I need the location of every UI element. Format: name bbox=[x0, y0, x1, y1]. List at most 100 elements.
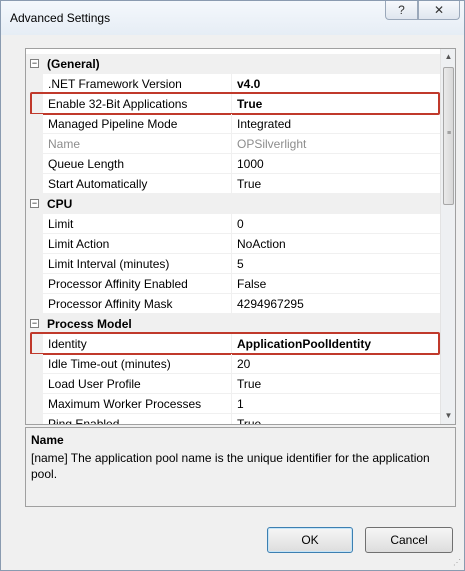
property-value[interactable]: True bbox=[237, 97, 262, 111]
property-row[interactable]: Processor Affinity Enabled False bbox=[26, 274, 440, 294]
scroll-down-arrow-icon[interactable]: ▼ bbox=[441, 408, 455, 424]
column-divider[interactable] bbox=[231, 214, 232, 234]
row-gutter bbox=[26, 254, 43, 274]
row-gutter bbox=[26, 294, 43, 314]
row-gutter bbox=[26, 374, 43, 394]
property-value[interactable]: 0 bbox=[237, 217, 244, 231]
ok-button[interactable]: OK bbox=[267, 527, 353, 553]
property-name: Load User Profile bbox=[48, 377, 141, 391]
property-row[interactable]: Start Automatically True bbox=[26, 174, 440, 194]
property-row[interactable]: Ping Enabled True bbox=[26, 414, 440, 425]
property-value[interactable]: 4294967295 bbox=[237, 297, 304, 311]
help-icon: ? bbox=[398, 3, 405, 17]
property-name: Processor Affinity Enabled bbox=[48, 277, 188, 291]
title-bar: Advanced Settings ? ✕ bbox=[1, 1, 464, 35]
property-name: Queue Length bbox=[48, 157, 125, 171]
property-row[interactable]: Limit 0 bbox=[26, 214, 440, 234]
column-divider[interactable] bbox=[231, 294, 232, 314]
row-gutter bbox=[26, 94, 43, 114]
row-gutter bbox=[26, 114, 43, 134]
category-label: (General) bbox=[47, 57, 100, 71]
property-row[interactable]: Managed Pipeline Mode Integrated bbox=[26, 114, 440, 134]
dialog-title: Advanced Settings bbox=[10, 11, 111, 25]
column-divider[interactable] bbox=[231, 234, 232, 254]
row-gutter bbox=[26, 154, 43, 174]
property-value[interactable]: ApplicationPoolIdentity bbox=[237, 337, 371, 351]
property-name: Managed Pipeline Mode bbox=[48, 117, 178, 131]
column-divider[interactable] bbox=[231, 354, 232, 374]
property-name: Identity bbox=[48, 337, 87, 351]
category-label: CPU bbox=[47, 197, 73, 211]
property-value[interactable]: True bbox=[237, 177, 261, 191]
column-divider[interactable] bbox=[231, 134, 232, 154]
property-value[interactable]: 5 bbox=[237, 257, 244, 271]
resize-grip-icon[interactable]: ⋰ bbox=[453, 558, 461, 567]
property-value[interactable]: True bbox=[237, 417, 261, 424]
cancel-button[interactable]: Cancel bbox=[365, 527, 453, 553]
collapse-toggle-icon[interactable]: − bbox=[30, 59, 39, 68]
scrollbar-thumb[interactable]: ≡ bbox=[443, 67, 454, 205]
collapse-toggle-icon[interactable]: − bbox=[30, 199, 39, 208]
property-value[interactable]: OPSilverlight bbox=[237, 137, 306, 151]
row-gutter bbox=[26, 74, 43, 94]
row-gutter bbox=[26, 214, 43, 234]
property-name: Name bbox=[48, 137, 81, 151]
category-row[interactable]: − CPU bbox=[26, 194, 440, 214]
scroll-up-arrow-icon[interactable]: ▲ bbox=[441, 49, 455, 65]
column-divider[interactable] bbox=[231, 274, 232, 294]
row-gutter bbox=[26, 354, 43, 374]
property-row[interactable]: Enable 32-Bit Applications True bbox=[26, 94, 440, 114]
category-row[interactable]: − Process Model bbox=[26, 314, 440, 334]
property-name: Ping Enabled bbox=[48, 417, 120, 425]
column-divider[interactable] bbox=[231, 94, 232, 114]
category-row[interactable]: − (General) bbox=[26, 54, 440, 74]
column-divider[interactable] bbox=[231, 414, 232, 424]
property-value[interactable]: 20 bbox=[237, 357, 250, 371]
property-row[interactable]: .NET Framework Version v4.0 bbox=[26, 74, 440, 94]
property-row[interactable]: Name OPSilverlight bbox=[26, 134, 440, 154]
category-label: Process Model bbox=[47, 317, 132, 331]
property-value[interactable]: 1 bbox=[237, 397, 244, 411]
collapse-toggle-icon[interactable]: − bbox=[30, 319, 39, 328]
property-name: Limit Interval (minutes) bbox=[48, 257, 170, 271]
property-row[interactable]: Load User Profile True bbox=[26, 374, 440, 394]
column-divider[interactable] bbox=[231, 254, 232, 274]
column-divider[interactable] bbox=[231, 174, 232, 194]
scrollbar-grip-icon: ≡ bbox=[446, 130, 452, 137]
column-divider[interactable] bbox=[231, 74, 232, 94]
column-divider[interactable] bbox=[231, 114, 232, 134]
property-value[interactable]: False bbox=[237, 277, 266, 291]
property-grid[interactable]: ▲ ≡ ▼ − (General) .NET Framework Version v4… bbox=[25, 48, 456, 425]
property-value[interactable]: 1000 bbox=[237, 157, 264, 171]
column-divider[interactable] bbox=[231, 154, 232, 174]
property-row[interactable]: Processor Affinity Mask 4294967295 bbox=[26, 294, 440, 314]
property-name: Start Automatically bbox=[48, 177, 148, 191]
help-button[interactable]: ? bbox=[385, 1, 418, 20]
row-gutter bbox=[26, 274, 43, 294]
property-name: .NET Framework Version bbox=[48, 77, 182, 91]
description-text: [name] The application pool name is the … bbox=[31, 451, 430, 481]
property-name: Limit bbox=[48, 217, 74, 231]
description-panel: Name [name] The application pool name is… bbox=[25, 427, 456, 507]
column-divider[interactable] bbox=[231, 374, 232, 394]
property-row[interactable]: Limit Interval (minutes) 5 bbox=[26, 254, 440, 274]
row-gutter bbox=[26, 394, 43, 414]
property-row[interactable]: Queue Length 1000 bbox=[26, 154, 440, 174]
property-value[interactable]: Integrated bbox=[237, 117, 291, 131]
property-row[interactable]: Maximum Worker Processes 1 bbox=[26, 394, 440, 414]
row-gutter bbox=[26, 234, 43, 254]
property-value[interactable]: True bbox=[237, 377, 261, 391]
property-value[interactable]: v4.0 bbox=[237, 77, 260, 91]
column-divider[interactable] bbox=[231, 334, 232, 354]
description-title: Name bbox=[31, 433, 64, 447]
property-value[interactable]: NoAction bbox=[237, 237, 286, 251]
property-row[interactable]: Idle Time-out (minutes) 20 bbox=[26, 354, 440, 374]
property-name: Processor Affinity Mask bbox=[48, 297, 173, 311]
property-name: Limit Action bbox=[48, 237, 110, 251]
vertical-scrollbar[interactable]: ▲ ≡ ▼ bbox=[440, 49, 455, 424]
property-row[interactable]: Identity ApplicationPoolIdentity bbox=[26, 334, 440, 354]
property-name: Idle Time-out (minutes) bbox=[48, 357, 171, 371]
column-divider[interactable] bbox=[231, 394, 232, 414]
property-row[interactable]: Limit Action NoAction bbox=[26, 234, 440, 254]
close-button[interactable]: ✕ bbox=[418, 1, 460, 20]
